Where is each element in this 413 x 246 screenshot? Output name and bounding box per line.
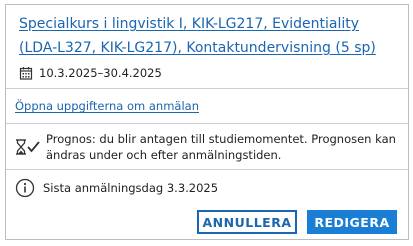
- deadline-row: Sista anmälningsdag 3.3.2025: [15, 170, 398, 206]
- date-range: 10.3.2025–30.4.2025: [39, 66, 162, 80]
- deadline-text: Sista anmälningsdag 3.3.2025: [43, 181, 219, 195]
- course-header: Specialkurs i lingvistik I, KIK-LG217, E…: [6, 5, 408, 89]
- prognosis-text: Prognos: du blir antagen till studiemome…: [46, 131, 396, 162]
- calendar-icon: [19, 67, 33, 80]
- course-title-link[interactable]: Specialkurs i lingvistik I, KIK-LG217, E…: [19, 12, 398, 60]
- edit-button[interactable]: REDIGERA: [307, 210, 397, 234]
- task-link-section: Öppna uppgifterna om anmälan: [6, 89, 408, 124]
- action-buttons: ANNULLERA REDIGERA: [197, 210, 397, 234]
- open-enrollment-tasks-link[interactable]: Öppna uppgifterna om anmälan: [15, 99, 199, 113]
- deadline-section: Sista anmälningsdag 3.3.2025 ANNULLERA R…: [6, 170, 408, 238]
- enrollment-card: Specialkurs i lingvistik I, KIK-LG217, E…: [5, 4, 409, 240]
- info-icon: [15, 178, 35, 198]
- cancel-button[interactable]: ANNULLERA: [197, 210, 297, 234]
- prognosis-section: Prognos: du blir antagen till studiemome…: [6, 124, 408, 170]
- hourglass-check-icon: [16, 138, 40, 155]
- course-dates: 10.3.2025–30.4.2025: [19, 66, 398, 80]
